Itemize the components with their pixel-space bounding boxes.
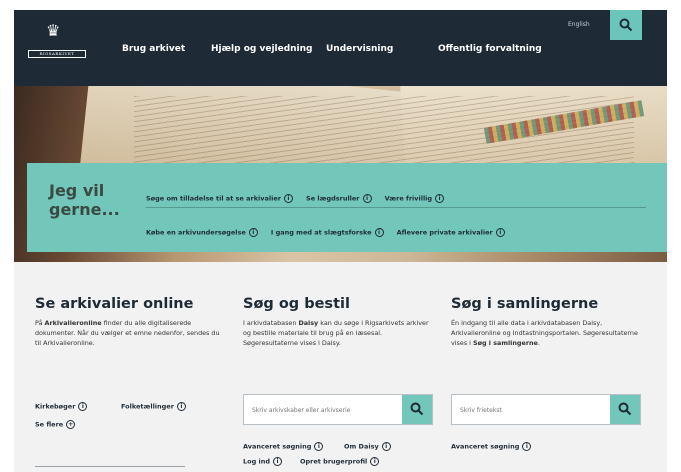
column-description: I arkivdatabasen Daisy kan du søge i Rig… [243, 319, 429, 347]
link-soege-tilladelse[interactable]: Søge om tilladelse til at se arkivalier i [146, 194, 293, 203]
jeg-vil-gerne-title: Jeg vil gerne... [49, 181, 120, 219]
column-soeg-og-bestil: Søg og bestil I arkivdatabasen Daisy kan… [243, 296, 433, 348]
link-log-ind[interactable]: Log ind i [243, 457, 283, 466]
daisy-search-box [243, 394, 433, 425]
link-se-flere[interactable]: Se flere + [35, 420, 76, 429]
daisy-search-button[interactable] [402, 395, 432, 424]
info-icon: i [176, 402, 186, 411]
info-icon: i [283, 194, 293, 203]
column-soeg-i-samlingerne: Søg i samlingerne Én indgang til alle da… [451, 296, 641, 348]
site-header: ♛ RIGSARKIVET Brug arkivet Hjælp og vejl… [14, 10, 667, 86]
samlinger-search-button[interactable] [610, 395, 640, 424]
link-avanceret-soegning-samlinger[interactable]: Avanceret søgning i [451, 442, 532, 451]
daisy-search-input[interactable] [252, 405, 402, 415]
column-title: Se arkivalier online [35, 296, 194, 312]
crown-icon: ♛ [46, 21, 61, 40]
rigsarkivet-logo[interactable]: ♛ RIGSARKIVET [28, 22, 86, 62]
nav-brug-arkivet[interactable]: Brug arkivet [122, 44, 185, 54]
info-icon: i [374, 228, 384, 237]
link-aflevere-private-arkivalier[interactable]: Aflevere private arkivalier i [397, 228, 505, 237]
info-icon: i [362, 194, 372, 203]
info-icon: i [522, 442, 532, 451]
search-icon [618, 402, 632, 416]
info-icon: i [370, 457, 380, 466]
language-link[interactable]: English [568, 21, 590, 28]
link-opret-brugerprofil[interactable]: Opret brugerprofil i [300, 457, 380, 466]
link-om-daisy[interactable]: Om Daisy i [344, 442, 391, 451]
column-title: Søg i samlingerne [451, 296, 599, 312]
column-se-arkivalier: Se arkivalier online På Arkivalieronline… [35, 296, 225, 348]
link-folketaellinger[interactable]: Folketællinger i [121, 402, 186, 411]
jeg-vil-gerne-panel: Jeg vil gerne... Søge om tilladelse til … [27, 163, 667, 252]
info-icon: i [314, 442, 324, 451]
soeg-i-samlingerne-link[interactable]: Søg i samlingerne [473, 339, 538, 347]
column-description: På Arkivalieronline finder du alle digit… [35, 319, 220, 347]
divider [35, 466, 185, 467]
link-se-laegdsruller[interactable]: Se lægdsruller i [306, 194, 372, 203]
nav-undervisning[interactable]: Undervisning [326, 44, 393, 54]
page: ♛ RIGSARKIVET Brug arkivet Hjælp og vejl… [14, 10, 667, 472]
expand-icon: + [66, 420, 76, 429]
info-icon: i [381, 442, 391, 451]
nav-offentlig-forvaltning[interactable]: Offentlig forvaltning [438, 44, 542, 54]
link-koebe-arkivundersoegelse[interactable]: Købe en arkivundersøgelse i [146, 228, 258, 237]
daisy-link[interactable]: Daisy [298, 319, 318, 327]
column-title: Søg og bestil [243, 296, 350, 312]
samlinger-search-input[interactable] [460, 405, 610, 415]
search-icon [410, 402, 424, 416]
info-icon: i [495, 228, 505, 237]
info-icon: i [273, 457, 283, 466]
search-icon [619, 18, 633, 32]
info-icon: i [78, 402, 88, 411]
jeg-row-2: Købe en arkivundersøgelse i I gang med at… [146, 222, 513, 237]
arkivalieronline-link[interactable]: Arkivalieronline [45, 319, 102, 327]
link-slaegtsforske[interactable]: I gang med at slægtsforske i [271, 228, 384, 237]
column-description: Én indgang til alle data i arkivdatabase… [451, 319, 638, 347]
jeg-row-1: Søge om tilladelse til at se arkivalier i… [146, 188, 452, 203]
link-vaere-frivillig[interactable]: Være frivillig i [385, 194, 445, 203]
link-avanceret-soegning-daisy[interactable]: Avanceret søgning i [243, 442, 324, 451]
header-search-button[interactable] [610, 10, 642, 40]
link-kirkeboeger[interactable]: Kirkebøger i [35, 402, 88, 411]
info-icon: i [248, 228, 258, 237]
divider [146, 207, 646, 208]
info-icon: i [435, 194, 445, 203]
logo-wordmark: RIGSARKIVET [28, 50, 86, 58]
samlinger-search-box [451, 394, 641, 425]
nav-hjaelp-og-vejledning[interactable]: Hjælp og vejledning [211, 44, 313, 54]
